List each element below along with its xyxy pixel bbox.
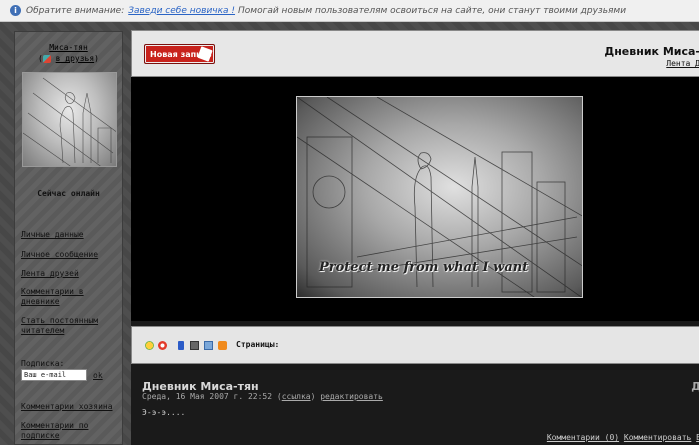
notice-text: Помогай новым пользователям освоиться на… xyxy=(238,5,627,16)
post-trailing-letter: Д xyxy=(691,380,699,393)
sidebar-link-message[interactable]: Личное сообщение xyxy=(21,250,121,260)
add-friend-icon xyxy=(42,54,51,63)
lifebuoy-icon[interactable] xyxy=(158,341,167,350)
sidebar-link-profile[interactable]: Личные данные xyxy=(21,230,121,240)
pencil-icon xyxy=(197,46,213,62)
diary-title[interactable]: Дневник Миса- xyxy=(604,45,699,58)
notice-label: Обратите внимание: xyxy=(26,5,125,16)
avatar[interactable] xyxy=(22,72,117,167)
user-name-link[interactable]: Миса-тян xyxy=(15,43,122,52)
feed-link[interactable]: Лента Д xyxy=(666,59,699,68)
notice-link[interactable]: Заведи себе новичка ! xyxy=(128,6,235,16)
ok-button[interactable]: ok xyxy=(93,371,103,380)
sidebar-link-subscribe[interactable]: Стать постоянным читателем xyxy=(21,316,121,336)
new-post-button[interactable]: Новая запись xyxy=(144,44,215,64)
online-status: Сейчас онлайн xyxy=(37,189,100,198)
header-bar: Новая запись Дневник Миса- Лента Д xyxy=(131,30,699,77)
print-icon[interactable] xyxy=(190,341,199,350)
toolbar: Страницы: xyxy=(131,326,699,364)
post-comment-action[interactable]: Комментировать xyxy=(624,433,691,442)
info-icon: i xyxy=(10,5,21,16)
sidebar-link-subscription-comments[interactable]: Комментарии по подписке xyxy=(21,421,121,441)
smiley-icon[interactable] xyxy=(145,341,154,350)
sidebar: Миса-тян ( в друзья) Сейчас онлайн Личны… xyxy=(14,31,123,445)
sidebar-link-friends-feed[interactable]: Лента друзей xyxy=(21,269,121,279)
add-friend-button[interactable]: ( в друзья) xyxy=(15,54,122,63)
add-friend-label: в друзья xyxy=(55,54,95,63)
save-icon[interactable] xyxy=(204,341,213,350)
post-permalink[interactable]: ссылка xyxy=(282,392,311,401)
post-comments-link[interactable]: Комментарии (0) xyxy=(547,433,619,442)
post-date: Среда, 16 Мая 2007 г. 22:52 xyxy=(142,392,273,401)
banner-image: Protect me from what I want xyxy=(296,96,583,298)
subscribe-label: Подписка: xyxy=(21,359,65,368)
rss-icon[interactable] xyxy=(218,341,227,350)
sidebar-link-owner-comments[interactable]: Комментарии хозяина xyxy=(21,402,121,412)
sidebar-link-comments[interactable]: Комментарии в дневнике xyxy=(21,287,121,307)
banner-caption: Protect me from what I want xyxy=(319,260,529,275)
post-body: Э-э-э.... xyxy=(142,408,186,417)
email-input[interactable]: Ваш e-mail xyxy=(21,369,87,381)
post-edit-link[interactable]: редактировать xyxy=(320,392,383,401)
post-meta: Среда, 16 Мая 2007 г. 22:52 (ссылка) ред… xyxy=(142,392,383,401)
notice-bar: i Обратите внимание: Заведи себе новичка… xyxy=(0,0,699,22)
post-footer: Комментарии (0) Комментировать В xyxy=(547,433,699,442)
mobile-icon[interactable] xyxy=(178,341,184,350)
avatar-sketch-icon xyxy=(23,77,116,166)
pages-label: Страницы: xyxy=(236,340,280,349)
banner-area: Protect me from what I want xyxy=(131,77,699,321)
main-content: Новая запись Дневник Миса- Лента Д Prote… xyxy=(131,30,699,445)
